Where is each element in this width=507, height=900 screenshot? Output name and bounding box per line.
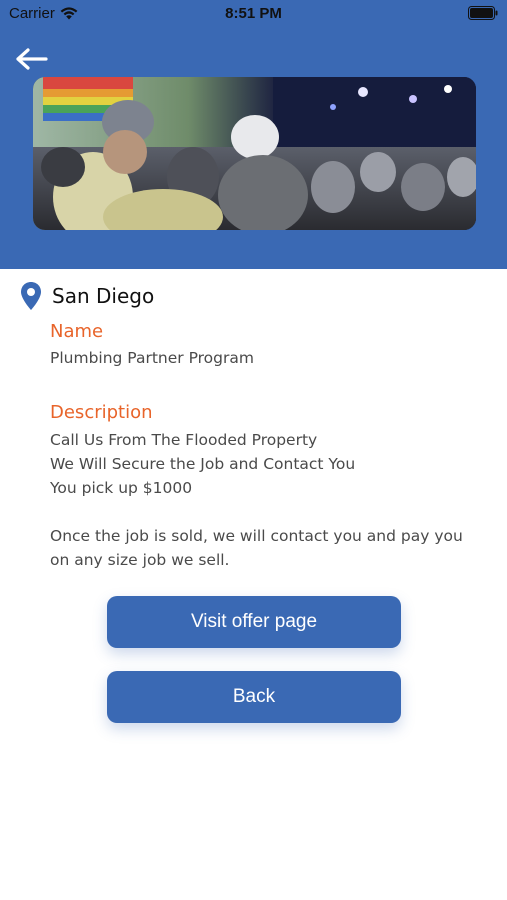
back-button[interactable]: Back [107,671,401,723]
name-value: Plumbing Partner Program [50,349,254,367]
description-label: Description [50,402,153,423]
location-pin-icon [21,282,41,310]
description-value: Call Us From The Flooded Property We Wil… [50,431,463,569]
status-time: 8:51 PM [225,5,282,22]
location-name: San Diego [52,284,155,308]
header-bar: Carrier 8:51 PM [0,0,507,269]
battery-icon [468,6,498,20]
location-row: San Diego [20,281,154,311]
concert-crowd-photo [33,77,476,230]
back-arrow-icon[interactable] [14,44,50,74]
status-bar: Carrier 8:51 PM [0,0,507,28]
name-label: Name [50,321,104,342]
hero-image [33,77,476,230]
visit-offer-button[interactable]: Visit offer page [107,596,401,648]
